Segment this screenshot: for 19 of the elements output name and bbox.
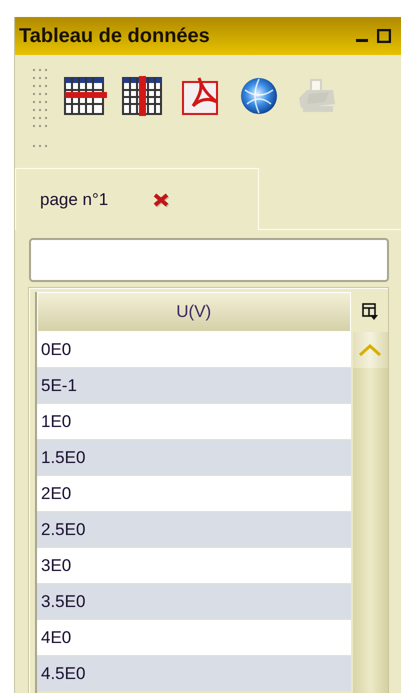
- table-rows-icon[interactable]: [63, 76, 107, 116]
- table-cell: 4E0: [37, 620, 351, 656]
- column-header[interactable]: U(V): [37, 292, 351, 332]
- table-cell: 3E0: [37, 548, 351, 584]
- maximize-icon[interactable]: [377, 29, 391, 43]
- filter-field[interactable]: [29, 238, 389, 282]
- table-cell: 3.5E0: [37, 584, 351, 620]
- table-cell: 1E0: [37, 404, 351, 440]
- table-column-icon[interactable]: [121, 76, 165, 116]
- table-cell: 5E-1: [37, 368, 351, 404]
- close-icon[interactable]: [152, 192, 170, 208]
- table-cell: 0E0: [37, 332, 351, 368]
- table-cell: 2.5E0: [37, 512, 351, 548]
- table-cell: 4.5E0: [37, 656, 351, 692]
- tab[interactable]: page n°1: [15, 168, 259, 230]
- table-cell: 1.5E0: [37, 440, 351, 476]
- table-cell: 2E0: [37, 476, 351, 512]
- window-title: Tableau de données: [19, 24, 211, 48]
- column-chooser-icon[interactable]: [352, 292, 388, 332]
